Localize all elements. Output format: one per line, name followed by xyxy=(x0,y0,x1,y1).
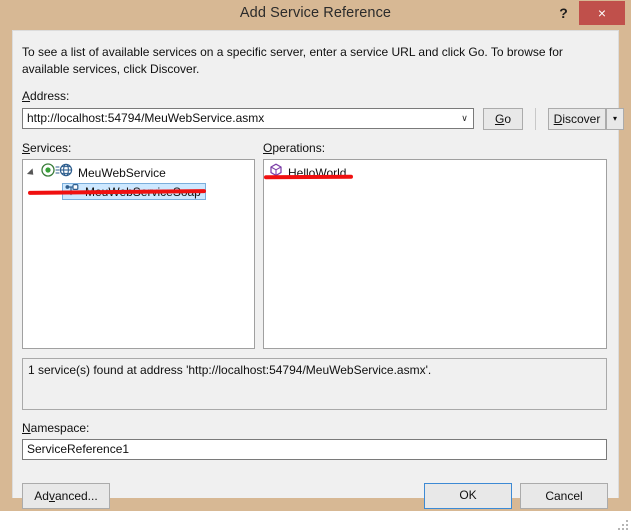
discover-button-rest: iscover xyxy=(562,112,601,126)
help-button[interactable]: ? xyxy=(552,1,575,25)
operations-label-rest: perations: xyxy=(272,141,326,155)
address-combobox[interactable]: http://localhost:54794/MeuWebService.asm… xyxy=(22,108,474,129)
address-label: Address: xyxy=(22,89,69,103)
advanced-button[interactable]: Advanced... xyxy=(22,483,110,509)
service-endpoint-icon xyxy=(65,183,80,201)
operations-list[interactable]: HelloWorld xyxy=(263,159,607,349)
operations-label-accel: O xyxy=(263,141,273,155)
expander-triangle-icon[interactable] xyxy=(26,164,41,183)
go-button[interactable]: Go xyxy=(483,108,523,130)
services-tree[interactable]: MeuWebService MeuWebServiceSoap xyxy=(22,159,255,349)
ok-button[interactable]: OK xyxy=(424,483,512,509)
list-item[interactable]: HelloWorld xyxy=(264,163,606,183)
tree-row[interactable]: MeuWebServiceSoap xyxy=(62,183,254,202)
dialog-client-area: To see a list of available services on a… xyxy=(12,30,628,530)
window-title: Add Service Reference xyxy=(239,5,392,21)
go-button-rest: o xyxy=(504,112,512,126)
chevron-down-icon[interactable]: ∨ xyxy=(456,109,473,128)
discover-dropdown-arrow-icon[interactable]: ▾ xyxy=(606,108,624,130)
status-message: 1 service(s) found at address 'http://lo… xyxy=(28,363,432,377)
namespace-label: Namespace: xyxy=(22,421,89,435)
namespace-label-accel: N xyxy=(22,421,31,435)
address-label-rest: ddress: xyxy=(30,89,70,103)
dialog-window: Add Service Reference ? × To see a list … xyxy=(0,0,631,530)
tree-node-label: MeuWebServiceSoap xyxy=(85,185,201,200)
address-input[interactable]: http://localhost:54794/MeuWebService.asm… xyxy=(27,111,447,125)
discover-button[interactable]: Discover xyxy=(548,108,606,130)
intro-text: To see a list of available services on a… xyxy=(22,45,563,76)
services-label-rest: ervices: xyxy=(30,141,72,155)
namespace-value[interactable]: ServiceReference1 xyxy=(27,442,129,456)
tree-node-label: MeuWebService xyxy=(78,166,166,181)
title-bar: Add Service Reference ? × xyxy=(0,0,631,30)
tree-row[interactable]: MeuWebService xyxy=(23,163,254,183)
close-button[interactable]: × xyxy=(579,1,625,25)
services-label: Services: xyxy=(22,141,71,155)
go-button-accel: G xyxy=(494,112,505,126)
method-cube-icon xyxy=(269,163,283,183)
services-label-accel: S xyxy=(22,141,31,155)
cancel-button[interactable]: Cancel xyxy=(520,483,608,509)
namespace-input[interactable]: ServiceReference1 xyxy=(22,439,607,460)
operation-label: HelloWorld xyxy=(288,166,347,181)
tree-node-selected[interactable]: MeuWebServiceSoap xyxy=(62,183,206,200)
status-box: 1 service(s) found at address 'http://lo… xyxy=(22,358,607,410)
toolbar-separator xyxy=(535,108,536,130)
advanced-button-post: anced... xyxy=(54,489,98,503)
operations-label: Operations: xyxy=(263,141,325,155)
resize-grip[interactable] xyxy=(618,520,630,532)
advanced-button-pre: Ad xyxy=(34,489,49,503)
namespace-label-rest: amespace: xyxy=(30,421,90,435)
web-service-icon xyxy=(41,163,73,183)
address-label-accel: A xyxy=(22,89,31,103)
